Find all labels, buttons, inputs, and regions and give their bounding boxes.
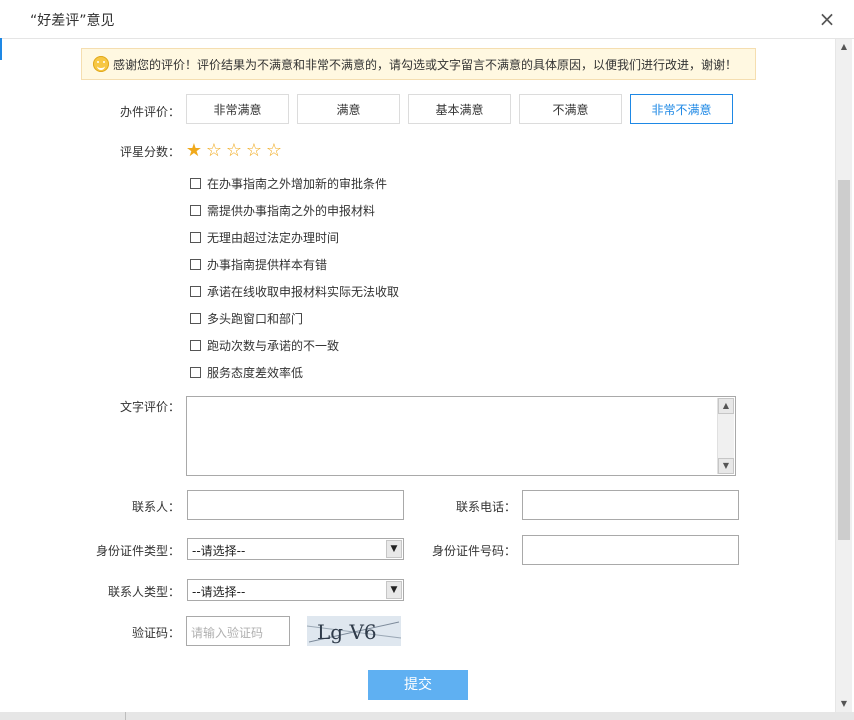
bottom-bar: [0, 712, 854, 720]
comment-textarea[interactable]: ▲ ▼: [186, 396, 736, 476]
rating-option-very-dissatisfied[interactable]: 非常不满意: [630, 94, 733, 124]
scroll-down-icon[interactable]: ▼: [718, 458, 734, 474]
rating-option-dissatisfied[interactable]: 不满意: [519, 94, 622, 124]
reason-item[interactable]: 办事指南提供样本有错: [190, 256, 327, 272]
smiley-icon: [93, 56, 109, 72]
star-icon-2[interactable]: ☆: [204, 142, 224, 160]
star-icon-1[interactable]: ★: [184, 142, 204, 160]
svg-text:Lg V6: Lg V6: [317, 620, 377, 644]
checkbox[interactable]: [190, 367, 201, 378]
score-label: 评星分数：: [119, 145, 180, 159]
contact-phone-label: 联系电话：: [455, 500, 516, 514]
reason-item[interactable]: 服务态度差效率低: [190, 364, 303, 380]
rating-option-basically-satisfied[interactable]: 基本满意: [408, 94, 511, 124]
window-edge-accent: [0, 38, 2, 60]
checkbox[interactable]: [190, 178, 201, 189]
contact-phone-input[interactable]: [522, 490, 739, 520]
notice-text: 感谢您的评价！评价结果为不满意和非常不满意的，请勾选或文字留言不满意的具体原因，…: [113, 58, 738, 72]
id-number-label: 身份证件号码：: [431, 544, 516, 558]
chevron-down-icon[interactable]: ▼: [386, 581, 402, 599]
checkbox[interactable]: [190, 340, 201, 351]
close-icon[interactable]: ×: [817, 8, 837, 30]
scroll-down-icon[interactable]: ▼: [836, 696, 852, 712]
dialog-titlebar: [0, 0, 854, 39]
contact-name-input[interactable]: [187, 490, 404, 520]
reason-item[interactable]: 多头跑窗口和部门: [190, 310, 303, 326]
checkbox[interactable]: [190, 259, 201, 270]
reason-item[interactable]: 跑动次数与承诺的不一致: [190, 337, 339, 353]
id-number-input[interactable]: [522, 535, 739, 565]
checkbox[interactable]: [190, 205, 201, 216]
rating-option-satisfied[interactable]: 满意: [297, 94, 400, 124]
chevron-down-icon[interactable]: ▼: [386, 540, 402, 558]
comment-label: 文字评价：: [119, 400, 180, 414]
dialog-title: “好差评”意见: [30, 13, 115, 29]
star-icon-4[interactable]: ☆: [244, 142, 264, 160]
checkbox[interactable]: [190, 286, 201, 297]
bottom-divider: [125, 712, 126, 720]
scroll-up-icon[interactable]: ▲: [718, 398, 734, 414]
checkbox[interactable]: [190, 313, 201, 324]
scroll-up-icon[interactable]: ▲: [836, 39, 852, 55]
reason-item[interactable]: 在办事指南之外增加新的审批条件: [190, 175, 387, 191]
submit-button[interactable]: 提交: [368, 670, 468, 700]
person-type-select[interactable]: --请选择-- ▼: [187, 579, 404, 601]
id-type-label: 身份证件类型：: [95, 544, 180, 558]
id-type-select[interactable]: --请选择-- ▼: [187, 538, 404, 560]
star-icon-5[interactable]: ☆: [264, 142, 284, 160]
star-icon-3[interactable]: ☆: [224, 142, 244, 160]
rating-label: 办件评价：: [119, 105, 180, 119]
checkbox[interactable]: [190, 232, 201, 243]
reason-item[interactable]: 无理由超过法定办理时间: [190, 229, 339, 245]
captcha-input[interactable]: 请输入验证码: [186, 616, 290, 646]
reason-item[interactable]: 承诺在线收取申报材料实际无法收取: [190, 283, 399, 299]
notice-banner: 感谢您的评价！评价结果为不满意和非常不满意的，请勾选或文字留言不满意的具体原因，…: [81, 48, 756, 80]
person-type-label: 联系人类型：: [107, 585, 180, 599]
captcha-image[interactable]: Lg V6: [307, 616, 401, 646]
rating-option-very-satisfied[interactable]: 非常满意: [186, 94, 289, 124]
reason-item[interactable]: 需提供办事指南之外的申报材料: [190, 202, 375, 218]
contact-name-label: 联系人：: [131, 500, 180, 514]
window-scrollbar[interactable]: ▲ ▼: [835, 39, 852, 712]
scrollbar-thumb[interactable]: [838, 180, 850, 540]
captcha-graphic: Lg V6: [307, 620, 401, 644]
textarea-scrollbar[interactable]: ▲ ▼: [717, 398, 734, 474]
captcha-label: 验证码：: [131, 626, 180, 640]
